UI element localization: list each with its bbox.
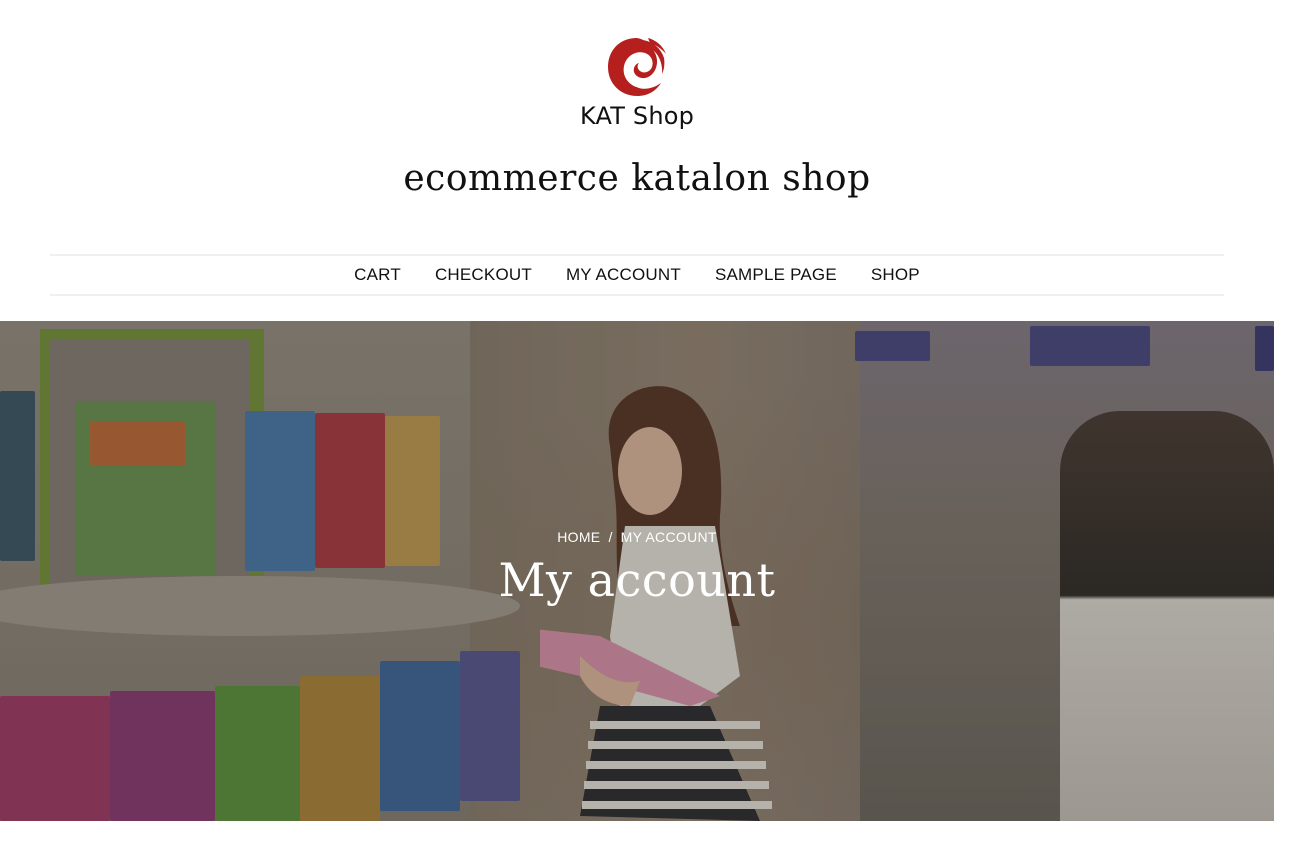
main-navigation: CART CHECKOUT MY ACCOUNT SAMPLE PAGE SHO… [50,254,1224,296]
nav-item-checkout[interactable]: CHECKOUT [435,265,532,285]
nav-item-shop[interactable]: SHOP [871,265,920,285]
kat-shop-logo-icon [608,38,666,96]
breadcrumb-current: MY ACCOUNT [620,529,717,545]
breadcrumb-separator: / [608,529,613,545]
hero-banner: HOME / MY ACCOUNT My account [0,321,1274,821]
breadcrumb: HOME / MY ACCOUNT [0,529,1274,545]
logo-text: KAT Shop [579,102,695,130]
nav-item-my-account[interactable]: MY ACCOUNT [566,265,681,285]
page: KAT Shop ecommerce katalon shop CART CHE… [0,0,1274,843]
nav-item-sample-page[interactable]: SAMPLE PAGE [715,265,837,285]
breadcrumb-home-link[interactable]: HOME [557,529,600,545]
nav-item-cart[interactable]: CART [354,265,401,285]
page-title: My account [498,553,776,607]
site-title[interactable]: ecommerce katalon shop [0,158,1274,199]
site-logo[interactable]: KAT Shop [0,34,1274,130]
